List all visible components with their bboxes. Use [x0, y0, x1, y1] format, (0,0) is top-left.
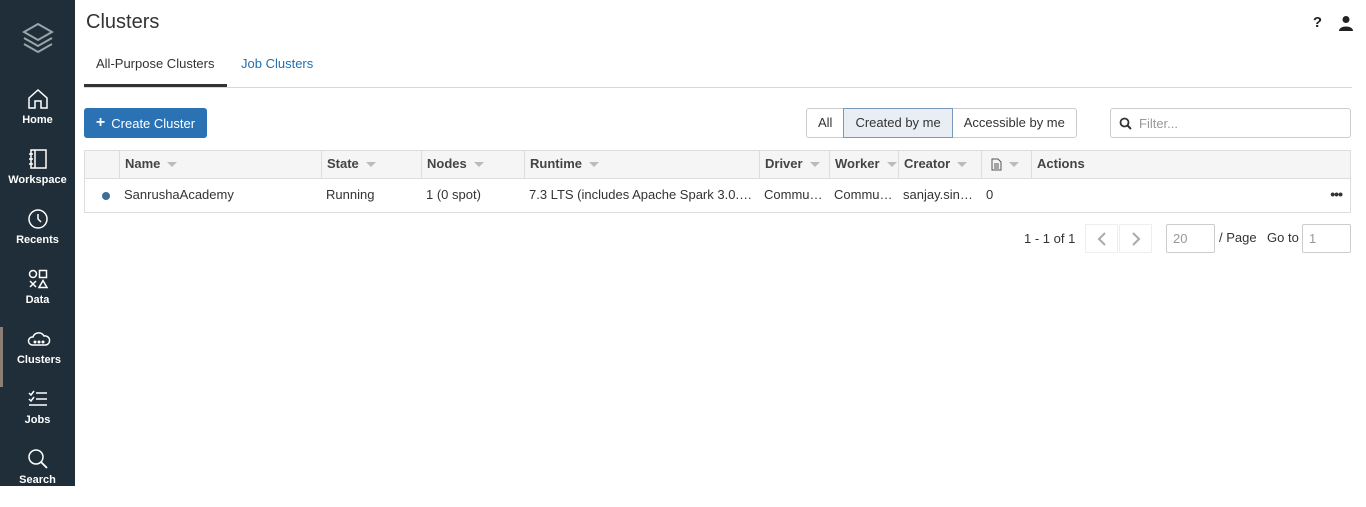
- per-page-label: / Page: [1219, 230, 1257, 245]
- workspace-icon: [28, 149, 47, 169]
- data-icon: [28, 269, 48, 289]
- cluster-notebooks-count: 0: [986, 187, 994, 202]
- column-label: Creator: [904, 156, 951, 171]
- sidebar-item-jobs[interactable]: Jobs: [0, 387, 75, 447]
- sidebar-item-label: Recents: [16, 234, 59, 246]
- table-header: Name State Nodes Runtime Driver Worker C…: [85, 151, 1350, 179]
- filter-box: [1110, 108, 1351, 138]
- goto-page-input[interactable]: 1: [1302, 224, 1351, 253]
- sidebar-item-label: Data: [25, 294, 50, 306]
- clock-icon: [27, 209, 48, 229]
- filter-accessible-by-me-button[interactable]: Accessible by me: [951, 108, 1077, 138]
- sort-icon: [886, 162, 897, 168]
- more-actions-icon[interactable]: •••: [1330, 179, 1343, 209]
- sidebar-item-workspace[interactable]: Workspace: [0, 147, 75, 207]
- column-header-runtime[interactable]: Runtime: [524, 151, 759, 178]
- sort-icon: [473, 162, 484, 168]
- tab-job-clusters[interactable]: Job Clusters: [229, 48, 325, 87]
- goto-label: Go to: [1267, 230, 1299, 245]
- column-header-state[interactable]: State: [321, 151, 421, 178]
- chevron-right-icon: [1131, 231, 1140, 246]
- next-page-button[interactable]: [1119, 224, 1152, 253]
- ownership-filter-group: All Created by me Accessible by me: [806, 108, 1077, 138]
- cluster-worker: Community Optimized: [834, 187, 895, 202]
- sidebar-item-label: Jobs: [24, 414, 51, 426]
- column-label: Nodes: [427, 156, 467, 171]
- plus-icon: +: [95, 114, 106, 131]
- column-header-name[interactable]: Name: [119, 151, 321, 178]
- jobs-icon: [27, 390, 47, 406]
- column-label: Name: [125, 156, 161, 171]
- sidebar-item-search[interactable]: Search: [0, 447, 75, 507]
- column-header-actions: Actions: [1031, 151, 1350, 178]
- cluster-creator: sanjay.singh@sanrusha.com: [903, 187, 979, 202]
- cluster-nodes: 1 (0 spot): [426, 187, 481, 202]
- table-row[interactable]: SanrushaAcademy Running 1 (0 spot) 7.3 L…: [85, 179, 1350, 212]
- sort-icon: [365, 162, 376, 168]
- page-size-select[interactable]: 20: [1166, 224, 1215, 253]
- sidebar: Home Workspace Recents Data Clusters Job…: [0, 0, 75, 486]
- cluster-tabs: All-Purpose Clusters Job Clusters: [84, 48, 1352, 88]
- cluster-name-link[interactable]: SanrushaAcademy: [120, 179, 318, 212]
- sidebar-item-home[interactable]: Home: [0, 87, 75, 147]
- sidebar-item-label: Search: [19, 474, 56, 486]
- chevron-left-icon: [1097, 231, 1106, 246]
- databricks-logo-icon[interactable]: [22, 22, 54, 56]
- column-label: Worker: [835, 156, 880, 171]
- column-header-creator[interactable]: Creator: [898, 151, 981, 178]
- column-label: State: [327, 156, 359, 171]
- search-icon: [27, 449, 48, 469]
- sidebar-item-label: Home: [22, 114, 53, 126]
- document-icon: [991, 158, 1002, 171]
- clusters-icon: [27, 332, 51, 346]
- column-header-notebooks[interactable]: [981, 151, 1031, 178]
- sidebar-item-clusters[interactable]: Clusters: [0, 327, 75, 387]
- status-running-icon: [102, 192, 110, 200]
- column-header-nodes[interactable]: Nodes: [421, 151, 524, 178]
- tab-all-purpose-clusters[interactable]: All-Purpose Clusters: [84, 48, 227, 87]
- clusters-table: Name State Nodes Runtime Driver Worker C…: [84, 150, 1351, 213]
- top-right-icons: ?: [1313, 14, 1354, 31]
- page-title: Clusters: [86, 11, 160, 33]
- sort-icon: [589, 162, 599, 168]
- column-header-worker[interactable]: Worker: [829, 151, 898, 178]
- column-header-driver[interactable]: Driver: [759, 151, 829, 178]
- sort-icon: [167, 162, 178, 168]
- sidebar-item-label: Workspace: [8, 174, 67, 186]
- prev-page-button[interactable]: [1085, 224, 1118, 253]
- sidebar-item-recents[interactable]: Recents: [0, 207, 75, 267]
- create-cluster-label: Create Cluster: [111, 115, 196, 131]
- filter-input[interactable]: [1139, 110, 1349, 136]
- sort-icon: [1009, 162, 1019, 168]
- column-label: Runtime: [530, 156, 582, 171]
- column-label: Actions: [1037, 156, 1085, 171]
- sidebar-item-data[interactable]: Data: [0, 267, 75, 327]
- cluster-state: Running: [326, 187, 375, 202]
- home-icon: [27, 88, 48, 109]
- pagination-range: 1 - 1 of 1: [1024, 231, 1076, 246]
- search-icon: [1119, 117, 1132, 130]
- create-cluster-button[interactable]: + Create Cluster: [84, 108, 207, 138]
- user-icon[interactable]: [1338, 15, 1354, 31]
- filter-all-button[interactable]: All: [806, 108, 845, 138]
- filter-created-by-me-button[interactable]: Created by me: [843, 108, 953, 138]
- cluster-runtime: 7.3 LTS (includes Apache Spark 3.0.1, Sc…: [529, 187, 755, 202]
- sort-icon: [809, 162, 820, 168]
- sort-icon: [957, 162, 968, 168]
- sidebar-item-label: Clusters: [16, 354, 62, 366]
- cluster-driver: Community Optimized: [764, 187, 826, 202]
- column-label: Driver: [765, 156, 803, 171]
- help-icon[interactable]: ?: [1313, 14, 1322, 31]
